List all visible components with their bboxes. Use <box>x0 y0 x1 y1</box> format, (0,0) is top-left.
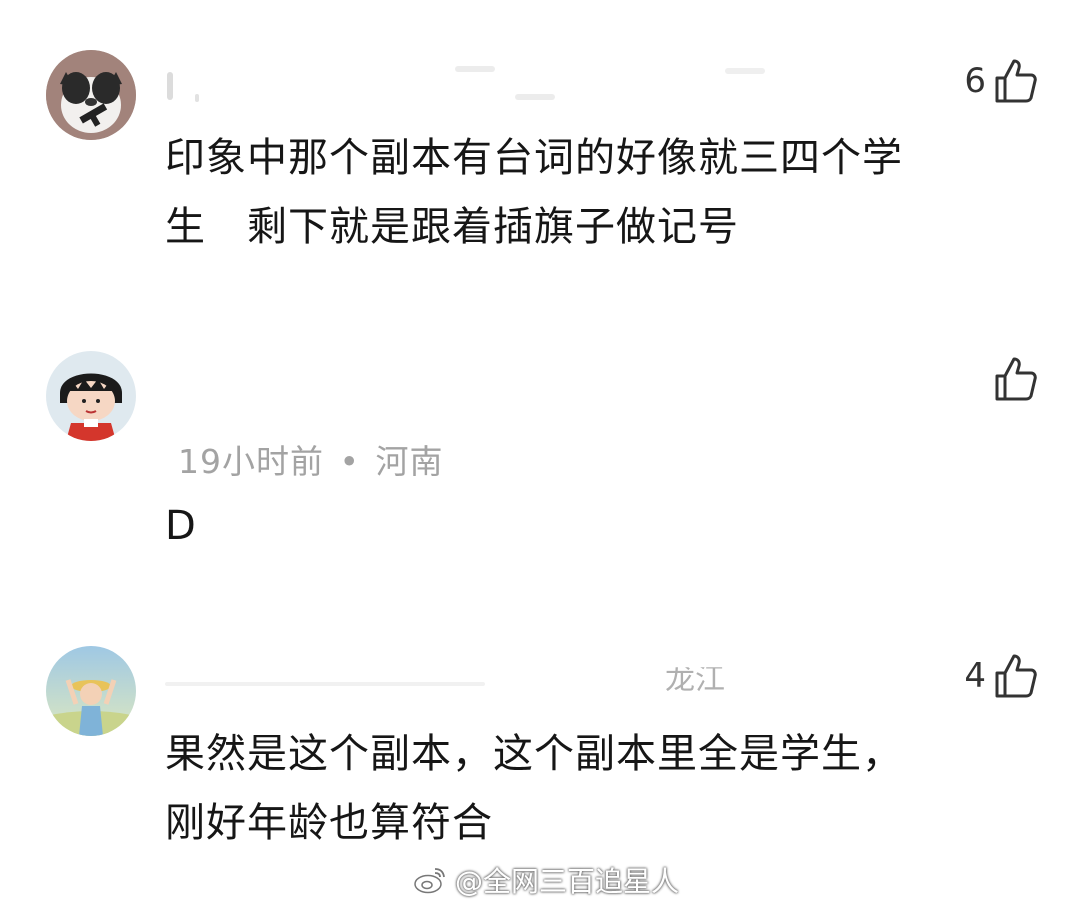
comment-time: 19小时前 <box>178 442 324 481</box>
watermark: @全网三百追星人 <box>413 860 679 900</box>
thumbs-up-icon <box>995 357 1037 401</box>
avatar[interactable] <box>46 646 136 736</box>
username-masked[interactable]: 龙江 <box>165 660 765 697</box>
like-button[interactable]: 6 <box>964 58 1038 104</box>
comment-text-line: 刚好年龄也算符合 <box>165 800 493 846</box>
child-sky-avatar-icon <box>46 646 136 736</box>
cat-avatar-icon <box>46 50 136 140</box>
girl-cartoon-avatar-icon <box>46 351 136 441</box>
avatar[interactable] <box>46 50 136 140</box>
like-count: 6 <box>964 61 986 101</box>
comment-text-line: 印象中那个副本有台词的好像就三四个学 <box>165 135 903 181</box>
thumbs-up-icon <box>995 654 1037 698</box>
comment-text-line: 果然是这个副本，这个副本里全是学生， <box>165 731 903 777</box>
comment-text: 印象中那个副本有台词的好像就三四个学 生 剩下就是跟着插旗子做记号 <box>165 124 1045 262</box>
like-count: 4 <box>964 656 986 696</box>
comment-text-line: 生 剩下就是跟着插旗子做记号 <box>165 204 739 250</box>
comment-location: 河南 <box>375 442 444 481</box>
comment-text-line: D <box>165 503 197 549</box>
thumbs-up-icon <box>995 59 1037 103</box>
meta-separator: • <box>339 442 360 481</box>
avatar[interactable] <box>46 351 136 441</box>
comment-text: D <box>165 492 1045 561</box>
comment-location-partial: 龙江 <box>665 662 725 697</box>
username-masked[interactable] <box>165 64 765 104</box>
weibo-icon <box>414 868 445 894</box>
comment-text: 果然是这个副本，这个副本里全是学生， 刚好年龄也算符合 <box>165 720 1045 858</box>
comment-meta: 19小时前 • 河南 <box>178 435 443 483</box>
like-button[interactable]: 4 <box>964 653 1038 699</box>
watermark-text: @全网三百追星人 <box>455 865 680 898</box>
like-button[interactable] <box>986 356 1038 402</box>
